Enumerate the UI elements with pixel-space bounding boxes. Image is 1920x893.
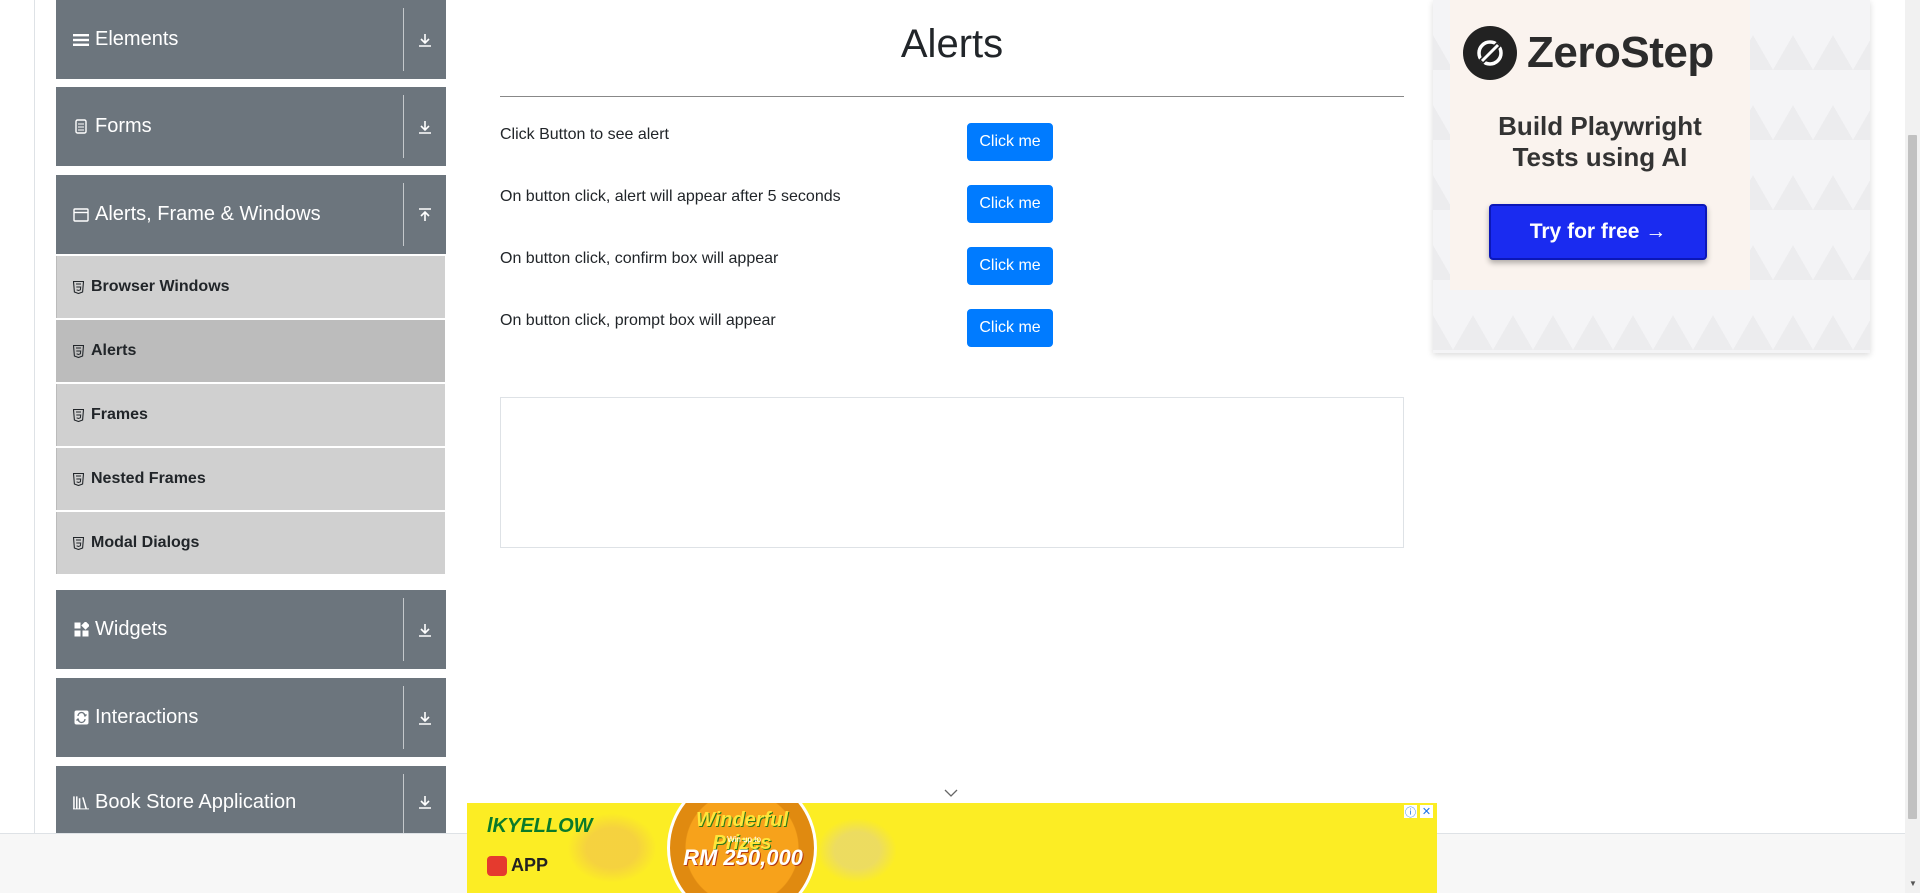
sidebar-group-elements[interactable]: Elements (56, 0, 446, 79)
ad-tagline-line: Build Playwright (1498, 111, 1702, 141)
prompt-button[interactable]: Click me (967, 309, 1053, 347)
title-divider (500, 96, 1404, 97)
html5-icon (72, 408, 84, 422)
page: { "sidebar": { "groups": [ {"label": "El… (0, 0, 1920, 893)
scroll-down-arrow-icon[interactable]: ▼ (1909, 879, 1917, 888)
hamburger-icon (73, 32, 89, 48)
zerostep-logo-icon (1463, 26, 1517, 80)
html5-icon (72, 280, 84, 294)
sidebar-group-label: Book Store Application (95, 791, 297, 813)
interactions-icon (73, 710, 89, 726)
sidebar-item-label: Frames (91, 406, 148, 423)
sidebar-group-label: Elements (95, 28, 179, 50)
ad-brand-logo-mark: lK (487, 815, 507, 837)
collapse-icon[interactable] (412, 175, 438, 254)
timer-alert-button[interactable]: Click me (967, 185, 1053, 223)
alert-button[interactable]: Click me (967, 123, 1053, 161)
expand-icon[interactable] (412, 87, 438, 166)
sidebar-item-nested-frames[interactable]: Nested Frames (56, 448, 445, 510)
ad-brand-text: YELLOW (507, 815, 593, 837)
sidebar-group-book-store-application[interactable]: Book Store Application (56, 766, 446, 833)
timer-alert-row-label: On button click, alert will appear after… (500, 188, 841, 205)
ad-bottom-banner[interactable]: lKYELLOW APP Winderful Prizes Win up to … (467, 803, 1437, 893)
expand-icon[interactable] (412, 0, 438, 79)
page-left-border (34, 0, 35, 833)
confirm-button[interactable]: Click me (967, 247, 1053, 285)
divider (403, 8, 404, 71)
sidebar-group-alerts-frame-windows[interactable]: Alerts, Frame & Windows (56, 175, 446, 254)
sidebar-item-label: Browser Windows (91, 278, 230, 295)
sidebar-item-label: Nested Frames (91, 470, 206, 487)
sidebar-group-interactions[interactable]: Interactions (56, 678, 446, 757)
form-icon (73, 119, 89, 135)
html5-icon (72, 472, 84, 486)
zerostep-logo: ZeroStep (1463, 26, 1714, 80)
ad-tagline-line: Tests using AI (1512, 142, 1688, 172)
sidebar-group-label: Interactions (95, 706, 199, 728)
divider (403, 774, 404, 833)
ad-app-label: APP (511, 855, 549, 875)
sidebar-item-modal-dialogs[interactable]: Modal Dialogs (56, 512, 445, 574)
sidebar-group-widgets[interactable]: Widgets (56, 590, 446, 669)
confirm-row-label: On button click, confirm box will appear (500, 250, 779, 267)
sidebar-group-label: Forms (95, 115, 152, 137)
expand-icon[interactable] (412, 794, 438, 810)
window-icon (73, 207, 89, 223)
sidebar-item-alerts[interactable]: Alerts (56, 320, 445, 382)
ad-brand-app: APP (487, 855, 548, 876)
divider (403, 183, 404, 246)
sidebar-group-forms[interactable]: Forms (56, 87, 446, 166)
ad-prize-value: RM 250,000 (683, 845, 803, 870)
sidebar-item-label: Alerts (91, 342, 137, 359)
sidebar-group-label: Alerts, Frame & Windows (95, 203, 321, 225)
expand-icon[interactable] (412, 590, 438, 669)
divider (403, 95, 404, 158)
ad-close-icon[interactable]: ✕ (1420, 805, 1433, 818)
sidebar-group-label: Widgets (95, 618, 168, 640)
page-title: Alerts (900, 22, 1004, 66)
sidebar-item-frames[interactable]: Frames (56, 384, 445, 446)
app-icon (487, 855, 507, 876)
chevron-down-icon[interactable] (943, 787, 959, 799)
divider (403, 598, 404, 661)
alert-row-label: Click Button to see alert (500, 126, 669, 143)
try-for-free-button[interactable]: Try for free → (1489, 204, 1707, 260)
ad-frame-placeholder (500, 397, 1404, 548)
divider (403, 686, 404, 749)
ad-tagline: Build Playwright Tests using AI (1450, 111, 1750, 173)
widgets-icon (73, 622, 89, 638)
scrollbar-thumb[interactable] (1908, 135, 1917, 819)
ad-brand: ZeroStep (1527, 28, 1714, 77)
sidebar-item-browser-windows[interactable]: Browser Windows (56, 256, 445, 318)
page-scrollbar[interactable]: ▼ (1905, 0, 1920, 893)
ad-prize-subtitle: Win up to (727, 835, 761, 844)
html5-icon (72, 344, 84, 358)
ad-right-banner[interactable]: ZeroStep Build Playwright Tests using AI… (1433, 0, 1870, 353)
ad-info-icon[interactable]: ⓘ (1404, 805, 1417, 819)
expand-icon[interactable] (412, 678, 438, 757)
bookstore-icon (73, 794, 89, 810)
html5-icon (72, 536, 84, 550)
prompt-row-label: On button click, prompt box will appear (500, 312, 776, 329)
ad-brand-yellow: lKYELLOW (487, 815, 593, 838)
ad-decoration (817, 818, 897, 883)
sidebar-item-label: Modal Dialogs (91, 534, 200, 551)
ad-controls: ⓘ ✕ (1404, 805, 1433, 819)
